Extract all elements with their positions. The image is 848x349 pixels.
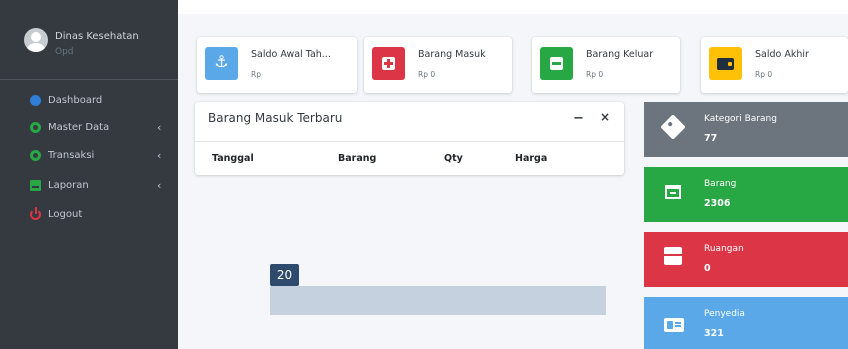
sidebar-item-dashboard[interactable]: Dashboard — [0, 89, 178, 113]
id-card-icon — [664, 318, 684, 332]
info-box-title: Barang Keluar — [586, 49, 654, 60]
info-box-title: Barang Masuk — [418, 49, 486, 60]
anchor-icon: ⚓ — [205, 47, 238, 80]
archive-icon — [665, 185, 681, 199]
small-box-value: 0 — [704, 263, 711, 274]
sidebar-item-label: Logout — [48, 209, 83, 220]
overlay-highlight — [270, 286, 606, 315]
info-box-barang-keluar[interactable]: Barang Keluar Rp 0 — [532, 37, 680, 93]
avatar-icon[interactable] — [24, 28, 48, 52]
small-box-value: 2306 — [704, 198, 731, 209]
minimize-button[interactable]: − — [573, 111, 584, 126]
dashboard-icon — [30, 95, 41, 106]
column-header-barang: Barang — [338, 153, 377, 164]
sidebar-item-master-data[interactable]: Master Data ‹ — [0, 116, 178, 140]
small-box-label: Penyedia — [704, 309, 745, 319]
chevron-left-icon: ‹ — [157, 149, 162, 162]
info-box-value: Rp — [251, 70, 261, 79]
info-box-barang-masuk[interactable]: Barang Masuk Rp 0 — [364, 37, 512, 93]
small-box-label: Kategori Barang — [704, 114, 777, 124]
column-header-harga: Harga — [515, 153, 548, 164]
column-header-tanggal: Tanggal — [212, 153, 254, 164]
info-box-value: Rp 0 — [418, 70, 436, 79]
close-button[interactable]: × — [600, 110, 610, 124]
info-box-saldo-awal[interactable]: ⚓ Saldo Awal Tah... Rp — [197, 37, 357, 93]
sidebar-item-transaksi[interactable]: Transaksi ‹ — [0, 144, 178, 168]
wallet-icon — [709, 47, 742, 80]
info-box-title: Saldo Akhir — [755, 49, 809, 60]
info-box-title: Saldo Awal Tah... — [251, 49, 331, 60]
sidebar-item-label: Laporan — [48, 180, 89, 191]
sidebar-item-logout[interactable]: Logout — [0, 203, 178, 227]
sidebar-item-label: Master Data — [48, 122, 110, 133]
small-box-ruangan[interactable]: Ruangan 0 — [644, 232, 848, 287]
plus-square-icon — [372, 47, 405, 80]
tag-icon — [660, 114, 686, 140]
gear-icon — [30, 150, 41, 161]
sidebar-item-laporan[interactable]: Laporan ‹ — [0, 174, 178, 198]
user-panel[interactable]: Dinas Kesehatan Opd — [0, 0, 178, 80]
sidebar-item-label: Dashboard — [48, 95, 103, 106]
small-box-kategori-barang[interactable]: Kategori Barang 77 — [644, 102, 848, 157]
sidebar-item-label: Transaksi — [48, 150, 95, 161]
box-icon — [664, 247, 682, 265]
chevron-left-icon: ‹ — [157, 179, 162, 192]
info-box-value: Rp 0 — [755, 70, 773, 79]
card-title: Barang Masuk Terbaru — [208, 111, 343, 125]
small-box-value: 77 — [704, 133, 718, 144]
overlay-badge: 20 — [270, 264, 299, 286]
user-role: Opd — [55, 47, 74, 57]
user-name[interactable]: Dinas Kesehatan — [55, 31, 139, 42]
sidebar: Dinas Kesehatan Opd Dashboard Master Dat… — [0, 0, 178, 349]
info-box-value: Rp 0 — [586, 70, 604, 79]
chevron-left-icon: ‹ — [157, 121, 162, 134]
card-divider — [195, 141, 624, 142]
small-box-penyedia[interactable]: Penyedia 321 — [644, 297, 848, 349]
gear-icon — [30, 122, 41, 133]
column-header-qty: Qty — [444, 153, 463, 164]
minus-square-icon — [540, 47, 573, 80]
info-box-saldo-akhir[interactable]: Saldo Akhir Rp 0 — [701, 37, 848, 93]
report-icon — [30, 180, 41, 191]
small-box-label: Ruangan — [704, 244, 744, 254]
small-box-barang[interactable]: Barang 2306 — [644, 167, 848, 222]
recent-incoming-card: Barang Masuk Terbaru − × Tanggal Barang … — [195, 102, 624, 175]
small-box-label: Barang — [704, 179, 737, 189]
top-navbar — [178, 0, 848, 14]
power-icon — [30, 207, 41, 220]
small-box-value: 321 — [704, 328, 724, 339]
